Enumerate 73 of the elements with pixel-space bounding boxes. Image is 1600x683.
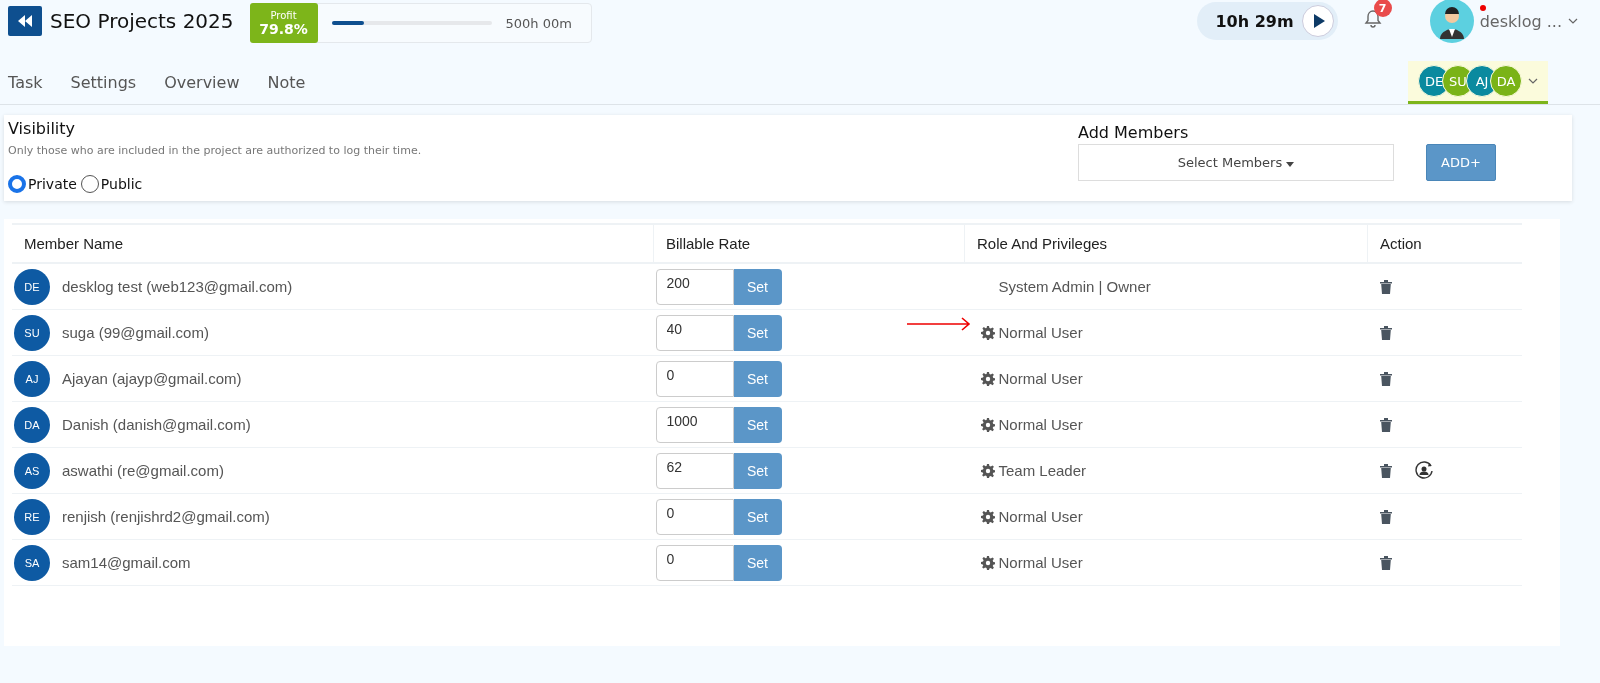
trash-icon[interactable]: [1379, 555, 1392, 570]
double-left-arrow-icon: [18, 15, 32, 27]
tab[interactable]: Settings: [70, 73, 165, 104]
role-text: System Admin | Owner: [998, 278, 1151, 295]
member-name: renjish (renjishrd2@gmail.com): [62, 508, 270, 525]
rate-input[interactable]: 40: [655, 314, 734, 351]
rate-input[interactable]: 62: [655, 452, 734, 489]
budget-total: 500h 00m: [505, 15, 572, 31]
role-text: Normal User: [998, 324, 1083, 341]
notification-count-badge: 7: [1373, 0, 1392, 17]
project-title: SEO Projects 2025: [50, 9, 234, 33]
add-members-title: Add Members: [1078, 123, 1190, 142]
gear-icon[interactable]: [980, 463, 995, 478]
tab[interactable]: Note: [267, 73, 334, 104]
member-avatar: AJ: [14, 360, 50, 397]
column-header: Member Name: [12, 224, 654, 263]
member-avatar: AS: [14, 452, 50, 489]
column-header: Role And Privileges: [964, 224, 1368, 263]
team-members-dropdown[interactable]: DE SU AJ DA: [1408, 61, 1548, 104]
member-avatar: DA: [1490, 65, 1522, 97]
profit-label: Profit: [270, 9, 297, 21]
chevron-down-icon: [1528, 78, 1538, 84]
trash-icon[interactable]: [1379, 463, 1392, 478]
play-icon: [1313, 14, 1326, 28]
visibility-radio[interactable]: Private: [8, 175, 77, 193]
gear-icon[interactable]: [980, 509, 995, 524]
member-avatar: DE: [14, 268, 50, 305]
trash-icon[interactable]: [1379, 325, 1392, 340]
role-text: Normal User: [998, 554, 1083, 571]
visibility-description: Only those who are included in the project are authorized to log their time.: [8, 144, 423, 157]
profit-value: 79.8%: [259, 20, 308, 37]
visibility-title: Visibility: [8, 119, 77, 138]
rate-input[interactable]: 0: [655, 544, 734, 581]
tab[interactable]: Overview: [164, 73, 268, 104]
member-name: desklog test (web123@gmail.com): [62, 278, 293, 295]
role-text: Normal User: [998, 416, 1083, 433]
column-header: Action: [1367, 224, 1522, 263]
select-members-dropdown[interactable]: Select Members: [1078, 144, 1394, 181]
rate-input[interactable]: 1000: [655, 406, 734, 443]
role-text: Team Leader: [998, 462, 1087, 479]
gear-icon[interactable]: [980, 555, 995, 570]
role-text: Normal User: [998, 370, 1083, 387]
play-button[interactable]: [1301, 5, 1334, 37]
gear-icon[interactable]: [980, 417, 995, 432]
member-avatar: DA: [14, 406, 50, 443]
member-name: suga (99@gmail.com): [62, 324, 209, 341]
back-button[interactable]: [8, 6, 42, 36]
gear-icon[interactable]: [980, 371, 995, 386]
member-name: aswathi (re@gmail.com): [62, 462, 224, 479]
chevron-down-icon[interactable]: [1568, 18, 1578, 24]
gear-icon[interactable]: [980, 325, 995, 340]
caret-icon: [1286, 162, 1295, 167]
rate-input[interactable]: 200: [655, 268, 734, 305]
member-avatar: RE: [14, 498, 50, 535]
member-avatar: SU: [14, 314, 50, 351]
trash-icon[interactable]: [1379, 417, 1392, 432]
member-name: Danish (danish@gmail.com): [62, 416, 251, 433]
tab[interactable]: Task: [8, 73, 71, 104]
user-circle-icon[interactable]: [1413, 460, 1434, 481]
rate-input[interactable]: 0: [655, 360, 734, 397]
column-header: Billable Rate: [653, 224, 965, 263]
member-name: sam14@gmail.com: [62, 554, 191, 571]
user-name[interactable]: desklog ...: [1479, 11, 1562, 31]
rate-input[interactable]: 0: [655, 498, 734, 535]
trash-icon[interactable]: [1379, 279, 1392, 294]
avatar-icon[interactable]: [1429, 0, 1474, 43]
role-text: Normal User: [998, 508, 1083, 525]
trash-icon[interactable]: [1379, 371, 1392, 386]
trash-icon[interactable]: [1379, 509, 1392, 524]
visibility-radio[interactable]: Public: [80, 175, 143, 193]
member-name: Ajayan (ajayp@gmail.com): [62, 370, 242, 387]
timer-value: 10h 29m: [1215, 11, 1294, 31]
member-avatar: SA: [14, 544, 50, 581]
